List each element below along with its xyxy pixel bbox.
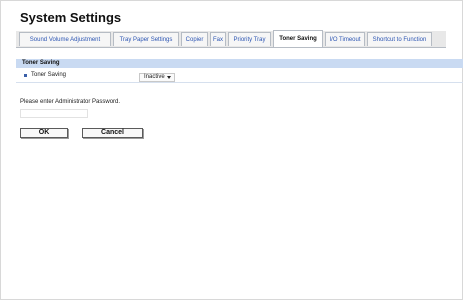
cancel-button[interactable]: Cancel [82, 128, 143, 138]
admin-password-input[interactable] [20, 109, 88, 118]
tab-tray-paper-settings[interactable]: Tray Paper Settings [113, 32, 179, 46]
setting-label: Toner Saving [31, 72, 67, 78]
password-prompt: Please enter Administrator Password. [20, 99, 121, 105]
page-title: System Settings [20, 10, 122, 25]
setting-row-toner-saving: Toner Saving Inactive [16, 69, 463, 83]
caret-down-icon [167, 76, 171, 79]
tab-priority-tray[interactable]: Priority Tray [228, 32, 271, 46]
square-bullet-icon [24, 74, 27, 77]
tab-io-timeout[interactable]: I/O Timeout [325, 32, 365, 46]
tab-bar: Sound Volume Adjustment Tray Paper Setti… [16, 30, 446, 48]
tab-shortcut-to-function[interactable]: Shortcut to Function [367, 32, 432, 46]
tab-toner-saving[interactable]: Toner Saving [273, 30, 323, 47]
tab-sound-volume-adjustment[interactable]: Sound Volume Adjustment [19, 32, 111, 46]
tab-copier[interactable]: Copier [181, 32, 208, 46]
select-value: Inactive [144, 74, 165, 80]
ok-button[interactable]: OK [20, 128, 68, 138]
section-header: Toner Saving [16, 59, 463, 68]
tab-fax[interactable]: Fax [210, 32, 226, 46]
toner-saving-select[interactable]: Inactive [139, 73, 175, 82]
